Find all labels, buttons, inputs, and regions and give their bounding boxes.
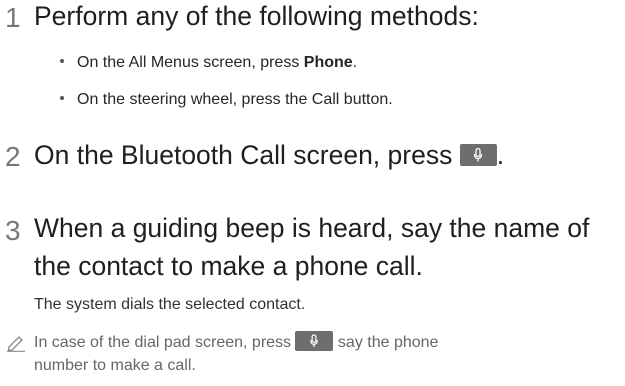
microphone-icon (474, 147, 483, 162)
bullet-2-text: On the steering wheel, press the Call bu… (77, 91, 393, 108)
step-2-number: 2 (5, 141, 21, 172)
microphone-button-small (295, 330, 334, 351)
microphone-button (459, 144, 497, 166)
note-line-1: In case of the dial pad screen, press sa… (34, 330, 439, 354)
phone-menu-label: Phone (303, 54, 353, 71)
step-2-suffix: . (496, 140, 505, 170)
step-2-text: On the Bluetooth Call screen, press . (34, 140, 504, 172)
bullet-1-prefix: On the All Menus screen, press (77, 54, 304, 71)
step-3-line-2: the contact to make a phone call. (34, 251, 423, 281)
pencil-icon (7, 336, 25, 352)
step-1-number: 1 (5, 2, 21, 33)
bullet-dot (60, 95, 64, 100)
step-3-result: The system dials the selected contact. (34, 296, 306, 313)
step-3-number: 3 (5, 215, 21, 246)
step-2-prefix: On the Bluetooth Call screen, press (34, 140, 460, 170)
step-1-text: Perform any of the following methods: (34, 1, 479, 31)
step-3-line-1: When a guiding beep is heard, say the na… (34, 213, 590, 243)
microphone-icon (310, 334, 319, 347)
note-suffix: say the phone (333, 334, 439, 351)
step-1-bullet-2: On the steering wheel, press the Call bu… (60, 92, 393, 108)
note-line-2: number to make a call. (34, 357, 196, 374)
note-prefix: In case of the dial pad screen, press (34, 334, 296, 351)
bullet-1-suffix: . (352, 54, 358, 71)
bullet-dot (60, 58, 64, 63)
step-1-bullet-1: On the All Menus screen, press Phone. (60, 55, 357, 71)
